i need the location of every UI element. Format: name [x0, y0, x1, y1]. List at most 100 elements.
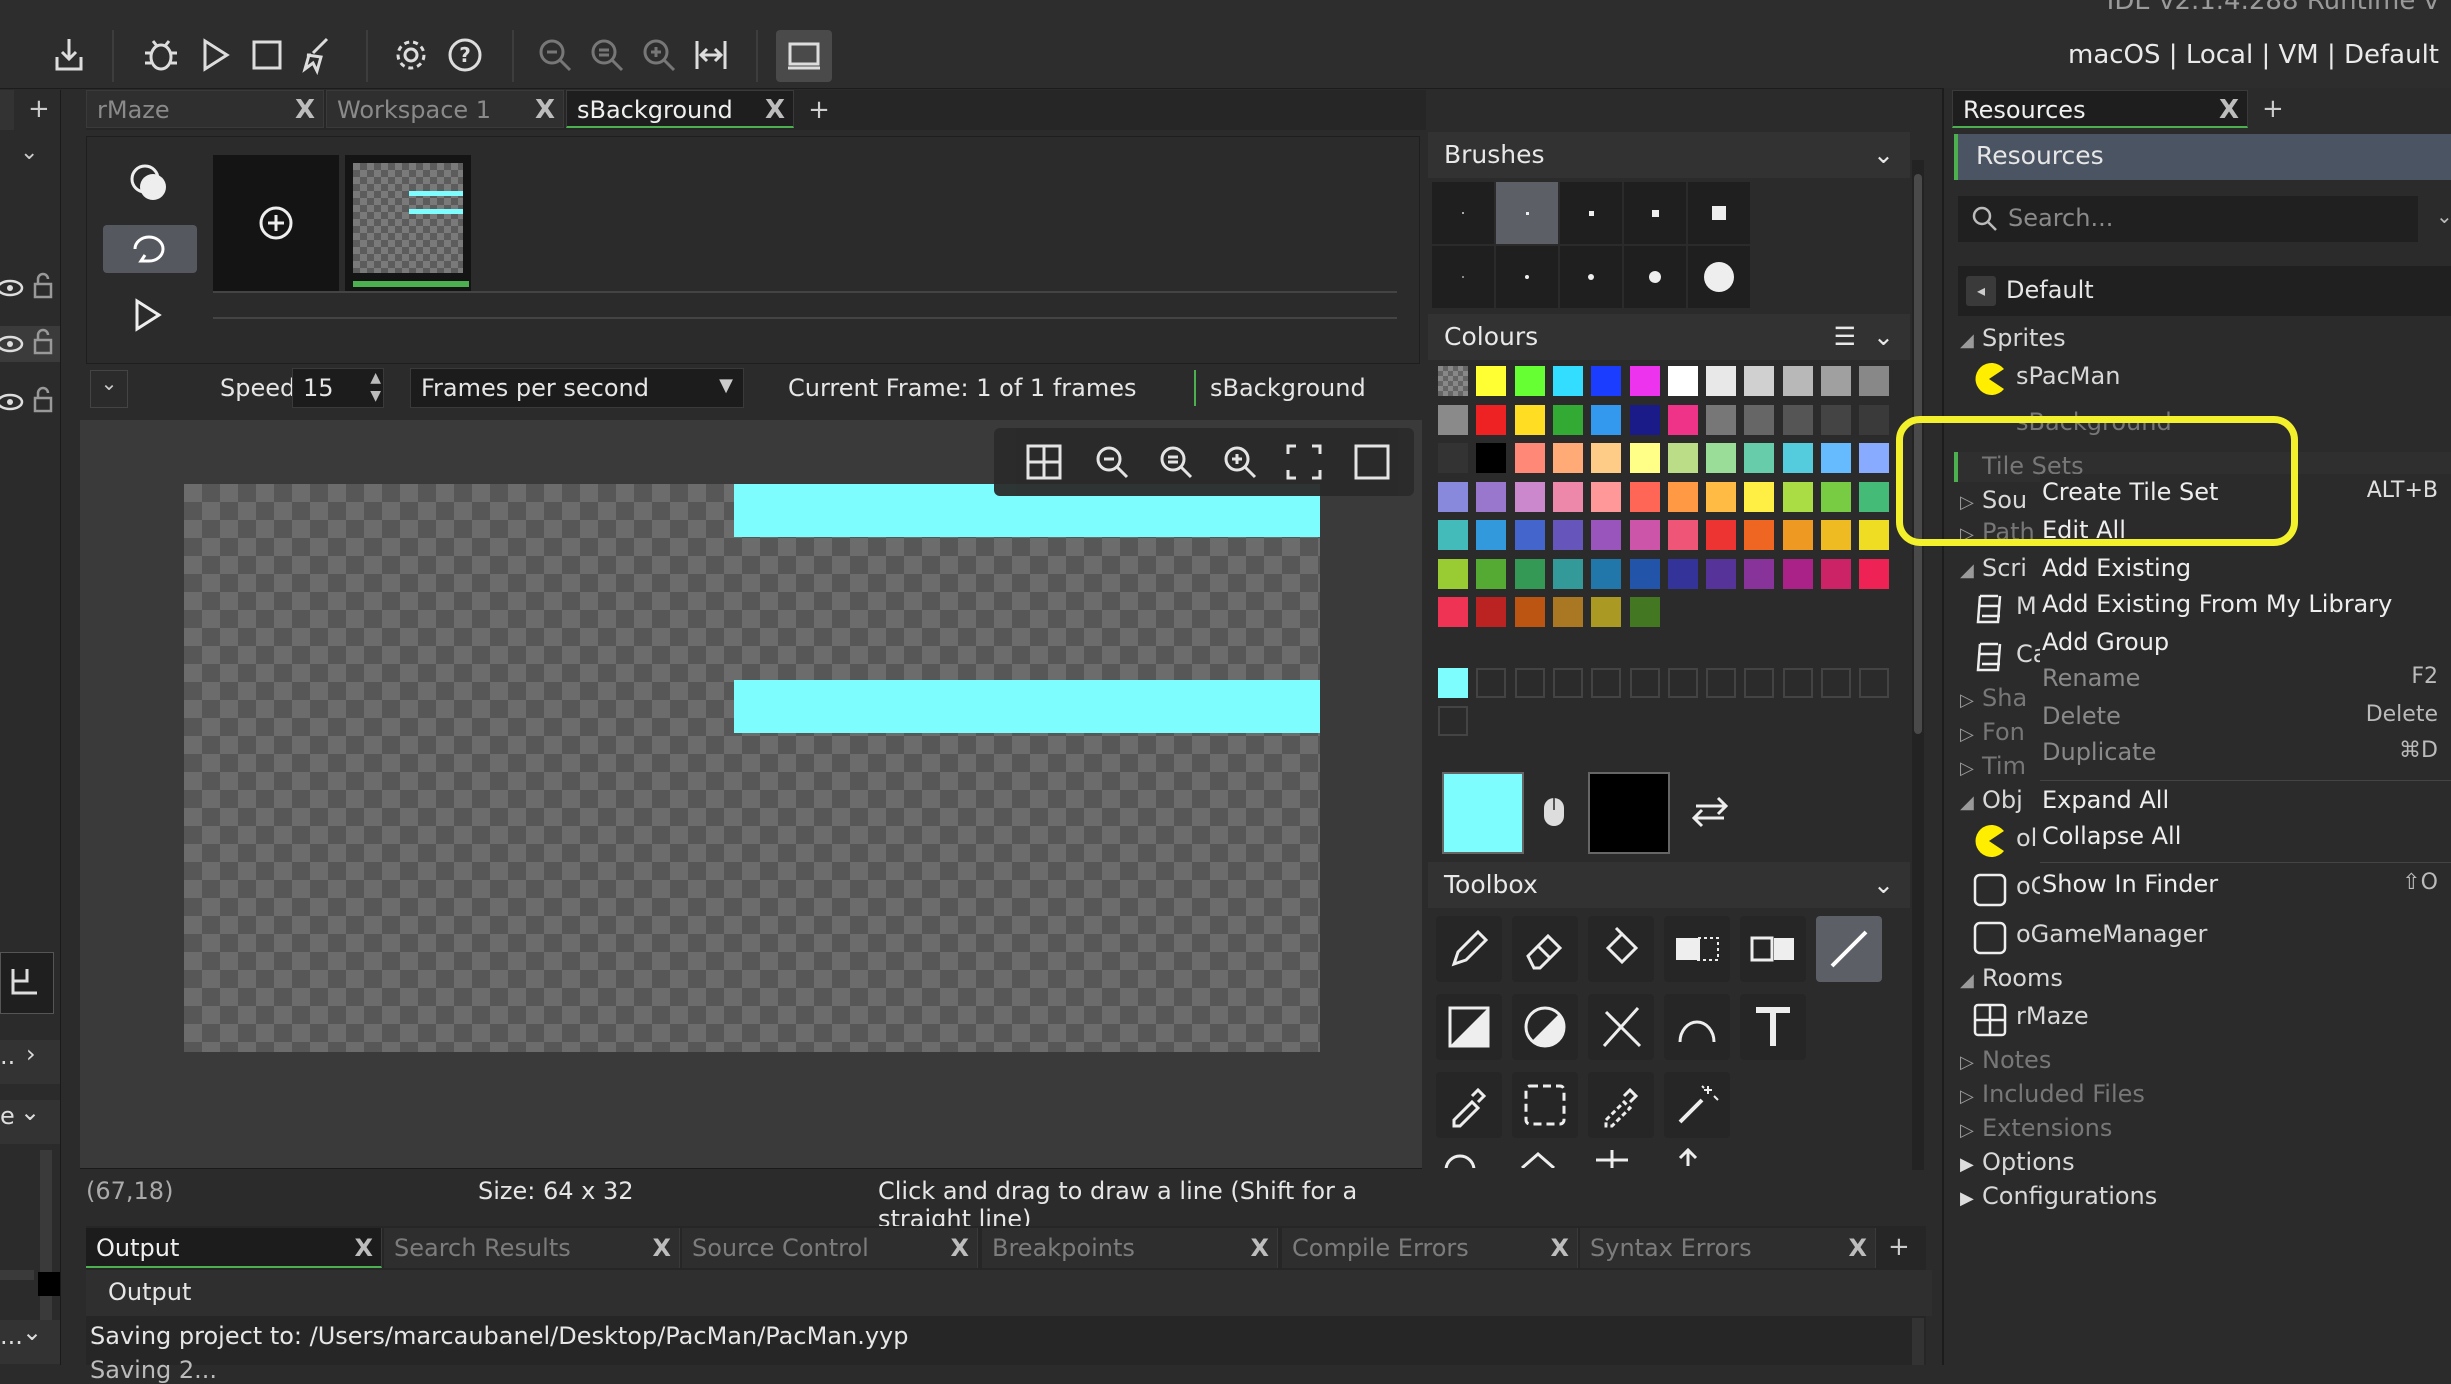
colour-swatch[interactable] — [1514, 366, 1545, 396]
colour-swatch[interactable] — [1706, 366, 1737, 396]
colour-swatch[interactable] — [1476, 443, 1507, 473]
colour-swatch[interactable] — [1744, 481, 1775, 512]
colour-swatch[interactable] — [1438, 443, 1468, 473]
close-icon[interactable]: X — [1848, 1228, 1867, 1268]
tab-workspace[interactable]: Workspace 1X — [326, 90, 564, 128]
tree-notes[interactable]: ▷ Notes — [1960, 1046, 2051, 1074]
tree-fonts[interactable]: ▷ Fon — [1960, 718, 2025, 746]
colour-swatch[interactable] — [1476, 404, 1507, 435]
triangle-icon[interactable] — [1588, 994, 1654, 1060]
menu-add-existing[interactable]: Add Existing — [2042, 554, 2446, 582]
menu-add-existing-library[interactable]: Add Existing From My Library — [2042, 590, 2446, 618]
colour-swatch[interactable] — [1591, 558, 1622, 589]
brush-size-2[interactable] — [1496, 182, 1558, 244]
collapse-button[interactable]: ⌄ — [90, 370, 128, 408]
colour-swatch[interactable] — [1514, 558, 1545, 589]
colour-swatch[interactable] — [1552, 366, 1583, 396]
colour-swatch[interactable] — [1591, 404, 1622, 435]
colour-swatch[interactable] — [1667, 404, 1698, 435]
toolbox-header[interactable]: Toolbox ⌄ — [1428, 862, 1910, 908]
recent-colour-slot[interactable] — [1438, 706, 1468, 736]
tree-sprites[interactable]: ◢ Sprites — [1960, 324, 2066, 352]
menu-expand-all[interactable]: Expand All — [2042, 786, 2446, 814]
lock-icon[interactable] — [32, 386, 54, 420]
add-tab-button[interactable]: + — [802, 94, 836, 126]
left-strip-item-3[interactable]: ... — [0, 1322, 23, 1350]
output-scrollbar[interactable] — [1912, 1318, 1924, 1365]
colour-swatch[interactable] — [1552, 404, 1583, 435]
colour-swatch[interactable] — [1706, 443, 1737, 473]
recent-colour-slot[interactable] — [1438, 668, 1468, 698]
help-icon[interactable]: ? — [440, 30, 490, 80]
select-move-icon[interactable] — [1664, 916, 1730, 982]
brush-round-5[interactable] — [1688, 246, 1750, 308]
recent-colour-slot[interactable] — [1514, 668, 1545, 698]
colour-swatch[interactable] — [1667, 366, 1698, 396]
colour-swatch[interactable] — [1744, 404, 1775, 435]
colour-swatch[interactable] — [1782, 366, 1813, 396]
target-selector[interactable]: macOS | Local | VM | Default — [2068, 40, 2439, 70]
menu-collapse-all[interactable]: Collapse All — [2042, 822, 2446, 850]
brush-round-2[interactable] — [1496, 246, 1558, 308]
rectangle-select-icon[interactable] — [1512, 1072, 1578, 1138]
eye-icon[interactable] — [0, 332, 26, 360]
frame-thumbnail[interactable] — [345, 155, 471, 291]
chevron-down-icon[interactable]: ⌄ — [20, 140, 38, 165]
speed-input[interactable]: 15 ▲ ▼ — [292, 368, 384, 408]
tree-script-ca[interactable]: Ca — [1960, 640, 2047, 672]
recent-colour-slot[interactable] — [1859, 668, 1890, 698]
colour-swatch[interactable] — [1782, 443, 1813, 473]
colour-swatch[interactable] — [1476, 520, 1507, 550]
menu-show-in-finder[interactable]: Show In Finder ⇧O — [2042, 870, 2446, 898]
colour-swatch[interactable] — [1859, 443, 1890, 473]
colour-swatch[interactable] — [1821, 443, 1851, 473]
left-scrollbar[interactable] — [40, 1150, 52, 1330]
stop-icon[interactable] — [242, 30, 292, 80]
colour-swatch[interactable] — [1629, 520, 1660, 550]
colour-swatch[interactable] — [1514, 481, 1545, 512]
colour-swatch[interactable] — [1438, 366, 1468, 396]
background-colour-icon[interactable] — [1352, 442, 1392, 488]
menu-icon[interactable]: ☰ — [1834, 314, 1856, 360]
chevron-down-icon[interactable]: ⌄ — [20, 1098, 40, 1126]
left-dock-tab[interactable] — [0, 90, 14, 130]
colour-swatch[interactable] — [1859, 481, 1890, 512]
tree-shaders[interactable]: ▷ Sha — [1960, 684, 2027, 712]
line-icon[interactable] — [1816, 916, 1882, 982]
device-icon[interactable] — [776, 30, 832, 82]
eye-icon[interactable] — [0, 390, 26, 418]
colour-swatch[interactable] — [1476, 366, 1507, 396]
tree-included-files[interactable]: ▷ Included Files — [1960, 1080, 2145, 1108]
brush-round-1[interactable] — [1432, 246, 1494, 308]
close-icon[interactable]: X — [535, 91, 555, 129]
tree-objects[interactable]: ◢ Obj — [1960, 786, 2023, 814]
colour-swatch[interactable] — [1782, 558, 1813, 589]
colour-swatch[interactable] — [1706, 404, 1737, 435]
colour-swatch[interactable] — [1859, 366, 1890, 396]
colour-swatch[interactable] — [1667, 481, 1698, 512]
colour-swatch[interactable] — [1629, 481, 1660, 512]
brush-size-1[interactable] — [1432, 182, 1494, 244]
left-strip-item-2[interactable]: e — [0, 1102, 15, 1130]
recent-colour-slot[interactable] — [1476, 668, 1507, 698]
text-icon[interactable] — [1740, 994, 1806, 1060]
magic-wand-icon[interactable] — [1664, 1072, 1730, 1138]
colour-swatch[interactable] — [1859, 558, 1890, 589]
colour-swatch[interactable] — [1706, 520, 1737, 550]
pencil-icon[interactable] — [1436, 916, 1502, 982]
chevron-right-icon[interactable]: › — [26, 1040, 36, 1068]
resources-search[interactable]: Search... — [1958, 196, 2418, 242]
colour-swatch[interactable] — [1782, 404, 1813, 435]
colour-swatch[interactable] — [1591, 481, 1622, 512]
colour-swatch[interactable] — [1744, 520, 1775, 550]
speed-unit-select[interactable]: Frames per second ▼ — [410, 368, 744, 408]
colour-swatch[interactable] — [1629, 366, 1660, 396]
colour-swatch[interactable] — [1821, 558, 1851, 589]
tree-ogamemanager[interactable]: oGameManager — [1960, 920, 2207, 955]
tab-rmaze[interactable]: rMaze X — [86, 90, 324, 128]
colour-swatch[interactable] — [1591, 366, 1622, 396]
close-icon[interactable]: X — [950, 1228, 969, 1268]
colour-swatch[interactable] — [1476, 481, 1507, 512]
tree-configurations[interactable]: ▶ Configurations — [1960, 1182, 2157, 1210]
close-icon[interactable]: X — [765, 91, 785, 129]
